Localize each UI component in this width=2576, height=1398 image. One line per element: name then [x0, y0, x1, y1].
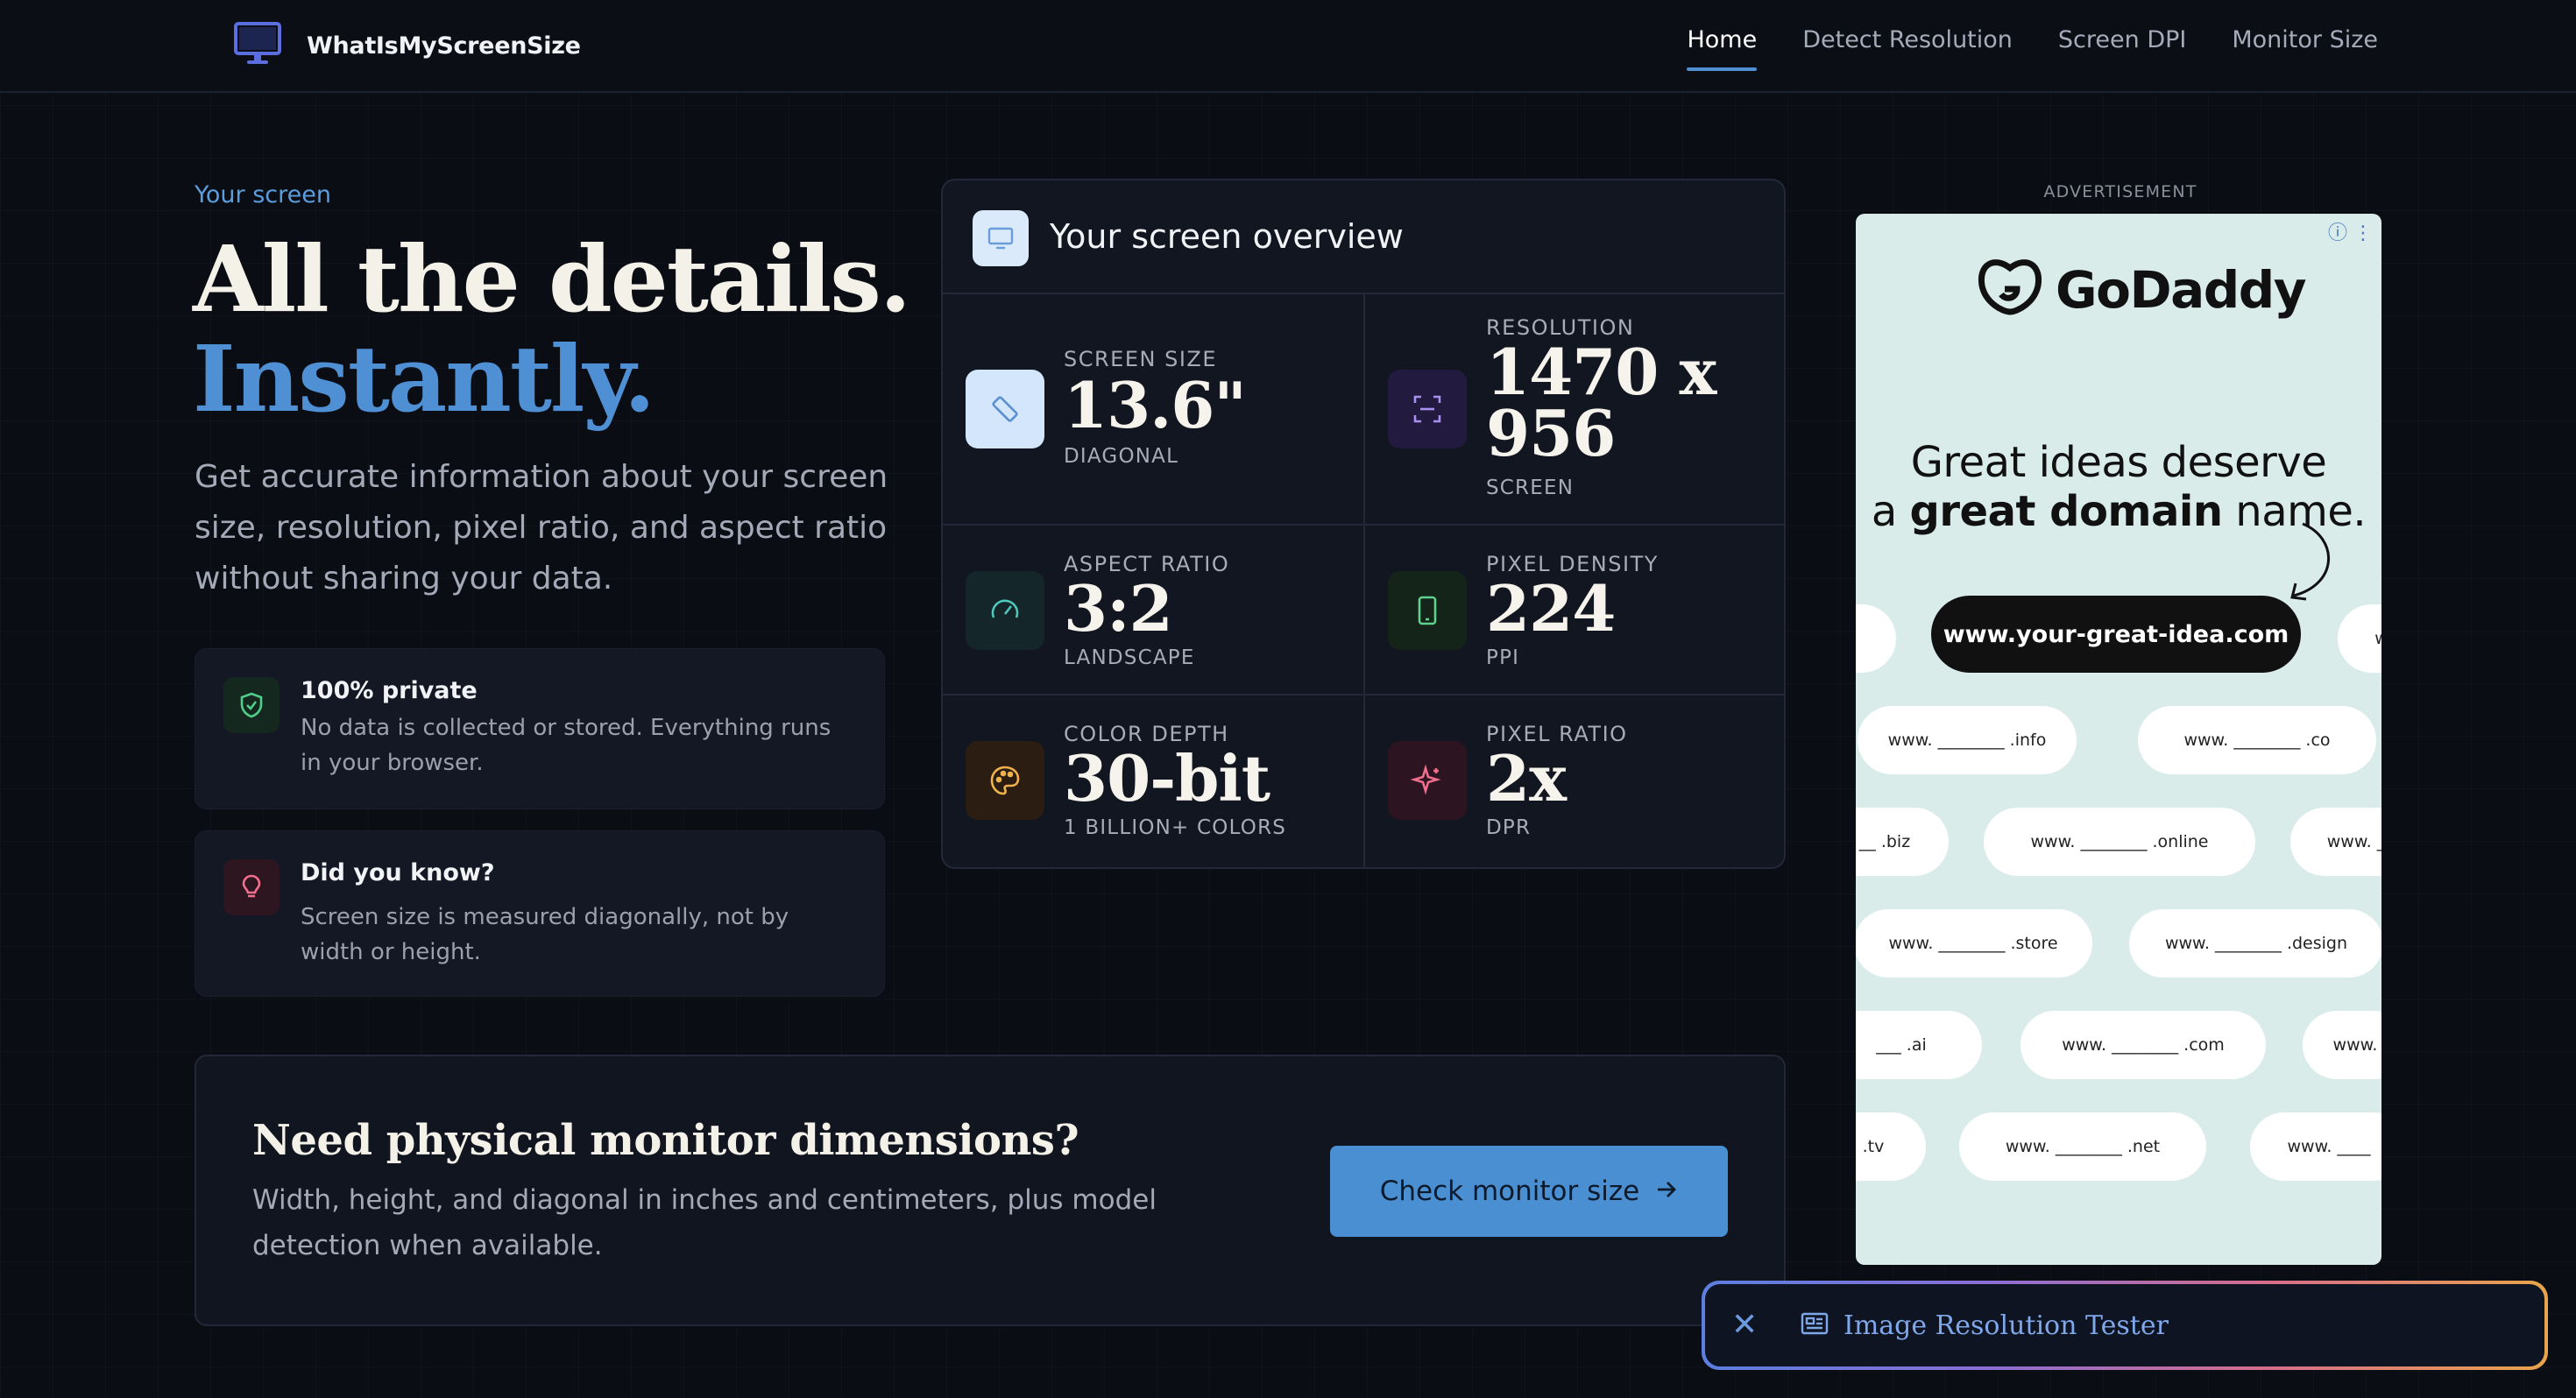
screen-overview-panel: Your screen overview SCREEN SIZE 13.6" D…: [941, 179, 1786, 869]
privacy-title: 100% private: [301, 677, 478, 704]
ad-headline-line1: Great ideas deserve: [1910, 438, 2327, 487]
did-you-know-title: Did you know?: [301, 859, 495, 886]
overview-title: Your screen overview: [1050, 217, 1404, 256]
monitor-icon: [973, 210, 1029, 266]
ad-domain-pill: .tv: [1856, 1112, 1926, 1181]
aspect-ratio-sub: LANDSCAPE: [1064, 646, 1195, 669]
gauge-icon: [966, 571, 1044, 650]
cta-desc: Width, height, and diagonal in inches an…: [252, 1184, 1157, 1261]
curved-arrow-icon: [2290, 522, 2331, 601]
ad-domain-pill: __ .biz: [1856, 808, 1949, 876]
advertisement[interactable]: ⓘ ⋮ GoDaddy Great ideas deserve a great …: [1856, 214, 2381, 1265]
did-you-know-card: Did you know? Screen size is measured di…: [195, 830, 885, 997]
pixel-ratio-sub: DPR: [1486, 816, 1532, 839]
ad-domain-pill: www.: [2303, 1011, 2381, 1079]
screen-size-cell: SCREEN SIZE 13.6" DIAGONAL: [943, 294, 1363, 524]
ad-domain-pill: www. ____: [2250, 1112, 2381, 1181]
screen-size-sub: DIAGONAL: [1064, 445, 1179, 468]
image-resolution-tester-link[interactable]: Image Resolution Tester: [1844, 1310, 2169, 1341]
color-depth-value: 30-bit: [1064, 741, 1270, 816]
palette-icon: [966, 741, 1044, 820]
ad-domain-pill: www. _: [2290, 808, 2381, 876]
hero-title: All the details. Instantly.: [193, 229, 911, 433]
scan-icon: [1388, 370, 1467, 448]
top-navbar: WhatIsMyScreenSize Home Detect Resolutio…: [0, 0, 2576, 93]
did-you-know-desc: Screen size is measured diagonally, not …: [301, 904, 789, 965]
screen-size-value: 13.6": [1064, 368, 1247, 442]
hero-title-line1: All the details.: [193, 225, 911, 333]
close-icon[interactable]: ✕: [1731, 1309, 1758, 1342]
monitor-dimensions-cta: Need physical monitor dimensions? Width,…: [195, 1055, 1786, 1326]
arrow-right-icon: [1655, 1176, 1678, 1207]
nav-screen-dpi[interactable]: Screen DPI: [2058, 26, 2186, 71]
shield-icon: [223, 677, 280, 733]
ad-brand-name: GoDaddy: [2056, 260, 2307, 320]
ad-domain-pill: www. ________ .online: [1984, 808, 2255, 876]
ad-domain-pill: www. ________ .net: [1959, 1112, 2206, 1181]
phone-icon: [1388, 571, 1467, 650]
pixel-ratio-value: 2x: [1486, 741, 1567, 816]
ad-domain-pill: www. ________ .com: [2020, 1011, 2266, 1079]
color-depth-cell: COLOR DEPTH 30-bit 1 BILLION+ COLORS: [943, 695, 1363, 867]
ad-main-domain-pill[interactable]: www.your-great-idea.com: [1931, 596, 2301, 673]
ad-domain-pill: ___ .ai: [1856, 1011, 1982, 1079]
privacy-desc: No data is collected or stored. Everythi…: [301, 715, 832, 776]
pixel-density-cell: PIXEL DENSITY 224 PPI: [1365, 526, 1784, 694]
nav-monitor-size[interactable]: Monitor Size: [2232, 26, 2378, 71]
monitor-icon: [233, 21, 282, 70]
ad-headline-pre: a: [1871, 487, 1910, 536]
brand-name: WhatIsMyScreenSize: [307, 32, 581, 60]
resolution-value-line2: 956: [1486, 396, 1616, 470]
pixel-density-sub: PPI: [1486, 646, 1520, 669]
ad-domain-pill: www. ________ .info: [1858, 706, 2077, 774]
aspect-ratio-cell: ASPECT RATIO 3:2 LANDSCAPE: [943, 526, 1363, 694]
nav-home[interactable]: Home: [1687, 26, 1757, 71]
ad-info-icon[interactable]: ⓘ ⋮: [2328, 217, 2373, 245]
ad-headline-bold: great domain: [1909, 487, 2224, 536]
resolution-sub: SCREEN: [1486, 477, 1575, 499]
ad-domain-pill: www. ________ .co: [2138, 706, 2376, 774]
aspect-ratio-value: 3:2: [1064, 571, 1173, 646]
image-resolution-tester-bar[interactable]: ✕ Image Resolution Tester: [1702, 1281, 2548, 1370]
resolution-value-line1: 1470 x: [1486, 335, 1716, 409]
ad-domain-pill: w: [2338, 604, 2381, 673]
ad-domain-pill: z: [1856, 604, 1896, 673]
hero-lead: Get accurate information about your scre…: [195, 459, 888, 597]
ad-domain-pill: www. ________ .store: [1856, 909, 2092, 978]
godaddy-logo-icon: [1975, 258, 2045, 322]
pixel-ratio-cell: PIXEL RATIO 2x DPR: [1365, 695, 1784, 867]
cta-button-label: Check monitor size: [1379, 1176, 1640, 1207]
check-monitor-size-button[interactable]: Check monitor size: [1330, 1146, 1728, 1237]
sparkle-icon: [1388, 741, 1467, 820]
brand-logo[interactable]: WhatIsMyScreenSize: [233, 21, 581, 70]
ad-label: ADVERTISEMENT: [2043, 182, 2197, 201]
hero-eyebrow: Your screen: [195, 181, 331, 208]
hero-title-line2: Instantly.: [193, 325, 655, 433]
ruler-icon: [966, 370, 1044, 448]
color-depth-sub: 1 BILLION+ COLORS: [1064, 816, 1287, 839]
lightbulb-icon: [223, 859, 280, 915]
cta-title: Need physical monitor dimensions?: [252, 1116, 1079, 1165]
newspaper-icon: [1800, 1310, 1829, 1340]
resolution-cell: RESOLUTION 1470 x 956 SCREEN: [1365, 294, 1784, 524]
ad-domain-pill: www. ________ .design: [2129, 909, 2381, 978]
pixel-density-value: 224: [1486, 571, 1616, 646]
privacy-card: 100% private No data is collected or sto…: [195, 648, 885, 809]
nav-detect-resolution[interactable]: Detect Resolution: [1802, 26, 2013, 71]
